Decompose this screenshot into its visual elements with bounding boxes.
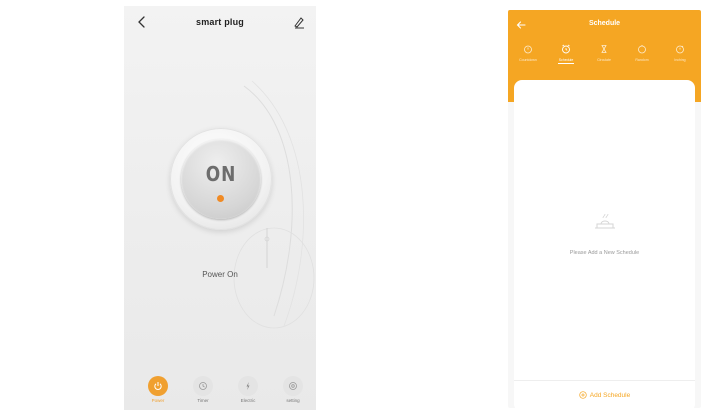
nav-item-setting[interactable]: setting bbox=[273, 376, 313, 410]
nav-label-timer: Timer bbox=[197, 398, 209, 403]
nav-item-power[interactable]: Power bbox=[138, 376, 178, 410]
stopwatch-icon bbox=[676, 45, 684, 54]
schedule-tabs: Countdown Schedule Circulate Random Inch… bbox=[508, 44, 701, 74]
tab-inching[interactable]: Inching bbox=[662, 44, 698, 62]
nav-item-electric[interactable]: Electric bbox=[228, 376, 268, 410]
add-schedule-label: Add Schedule bbox=[589, 391, 631, 399]
lightning-icon bbox=[246, 382, 250, 390]
timer-icon bbox=[638, 45, 646, 54]
power-button-ring: ON bbox=[170, 128, 272, 230]
gear-icon bbox=[289, 382, 297, 390]
active-tab-indicator bbox=[558, 63, 574, 64]
tab-random[interactable]: Random bbox=[624, 44, 660, 62]
nav-label-setting: setting bbox=[286, 398, 300, 403]
tab-countdown[interactable]: Countdown bbox=[510, 44, 546, 62]
tab-label: Circulate bbox=[597, 58, 611, 62]
page-title: smart plug bbox=[195, 17, 244, 27]
schedule-screen: Schedule Countdown Schedule Circulate Ra… bbox=[508, 10, 701, 408]
hourglass-icon bbox=[601, 45, 607, 53]
empty-state-message: Please Add a New Schedule bbox=[569, 250, 640, 256]
divider bbox=[514, 380, 695, 381]
tab-label: Inching bbox=[674, 58, 686, 62]
add-schedule-button[interactable]: Add Schedule bbox=[514, 388, 695, 402]
top-bar: smart plug bbox=[124, 12, 316, 36]
empty-schedule-icon bbox=[595, 213, 615, 229]
clock-icon bbox=[199, 382, 207, 390]
power-toggle-button[interactable]: ON bbox=[181, 139, 261, 219]
nav-label-electric: Electric bbox=[240, 398, 256, 403]
tab-label: Random bbox=[635, 58, 649, 62]
schedule-list-card: Please Add a New Schedule Add Schedule bbox=[514, 80, 695, 408]
bottom-navigation: Power Timer Electric setting bbox=[124, 376, 316, 410]
smart-plug-screen: smart plug ON Power On Power Timer Elect… bbox=[124, 6, 316, 410]
power-button-label: ON bbox=[205, 162, 237, 186]
tab-schedule[interactable]: Schedule bbox=[548, 44, 584, 64]
power-icon bbox=[154, 382, 162, 390]
nav-label-power: Power bbox=[151, 398, 165, 403]
tab-circulate[interactable]: Circulate bbox=[586, 44, 622, 62]
plus-circle-icon bbox=[579, 391, 587, 399]
screenshot-stage: smart plug ON Power On Power Timer Elect… bbox=[0, 0, 703, 410]
edit-pencil-icon[interactable] bbox=[292, 15, 306, 29]
nav-item-timer[interactable]: Timer bbox=[183, 376, 223, 410]
tab-label: Countdown bbox=[519, 58, 537, 62]
alarm-clock-icon bbox=[562, 44, 570, 54]
power-indicator-dot bbox=[217, 195, 224, 202]
countdown-icon bbox=[524, 45, 532, 54]
tab-label: Schedule bbox=[558, 58, 574, 62]
power-status-text: Power On bbox=[202, 270, 238, 279]
page-title: Schedule bbox=[588, 20, 621, 27]
